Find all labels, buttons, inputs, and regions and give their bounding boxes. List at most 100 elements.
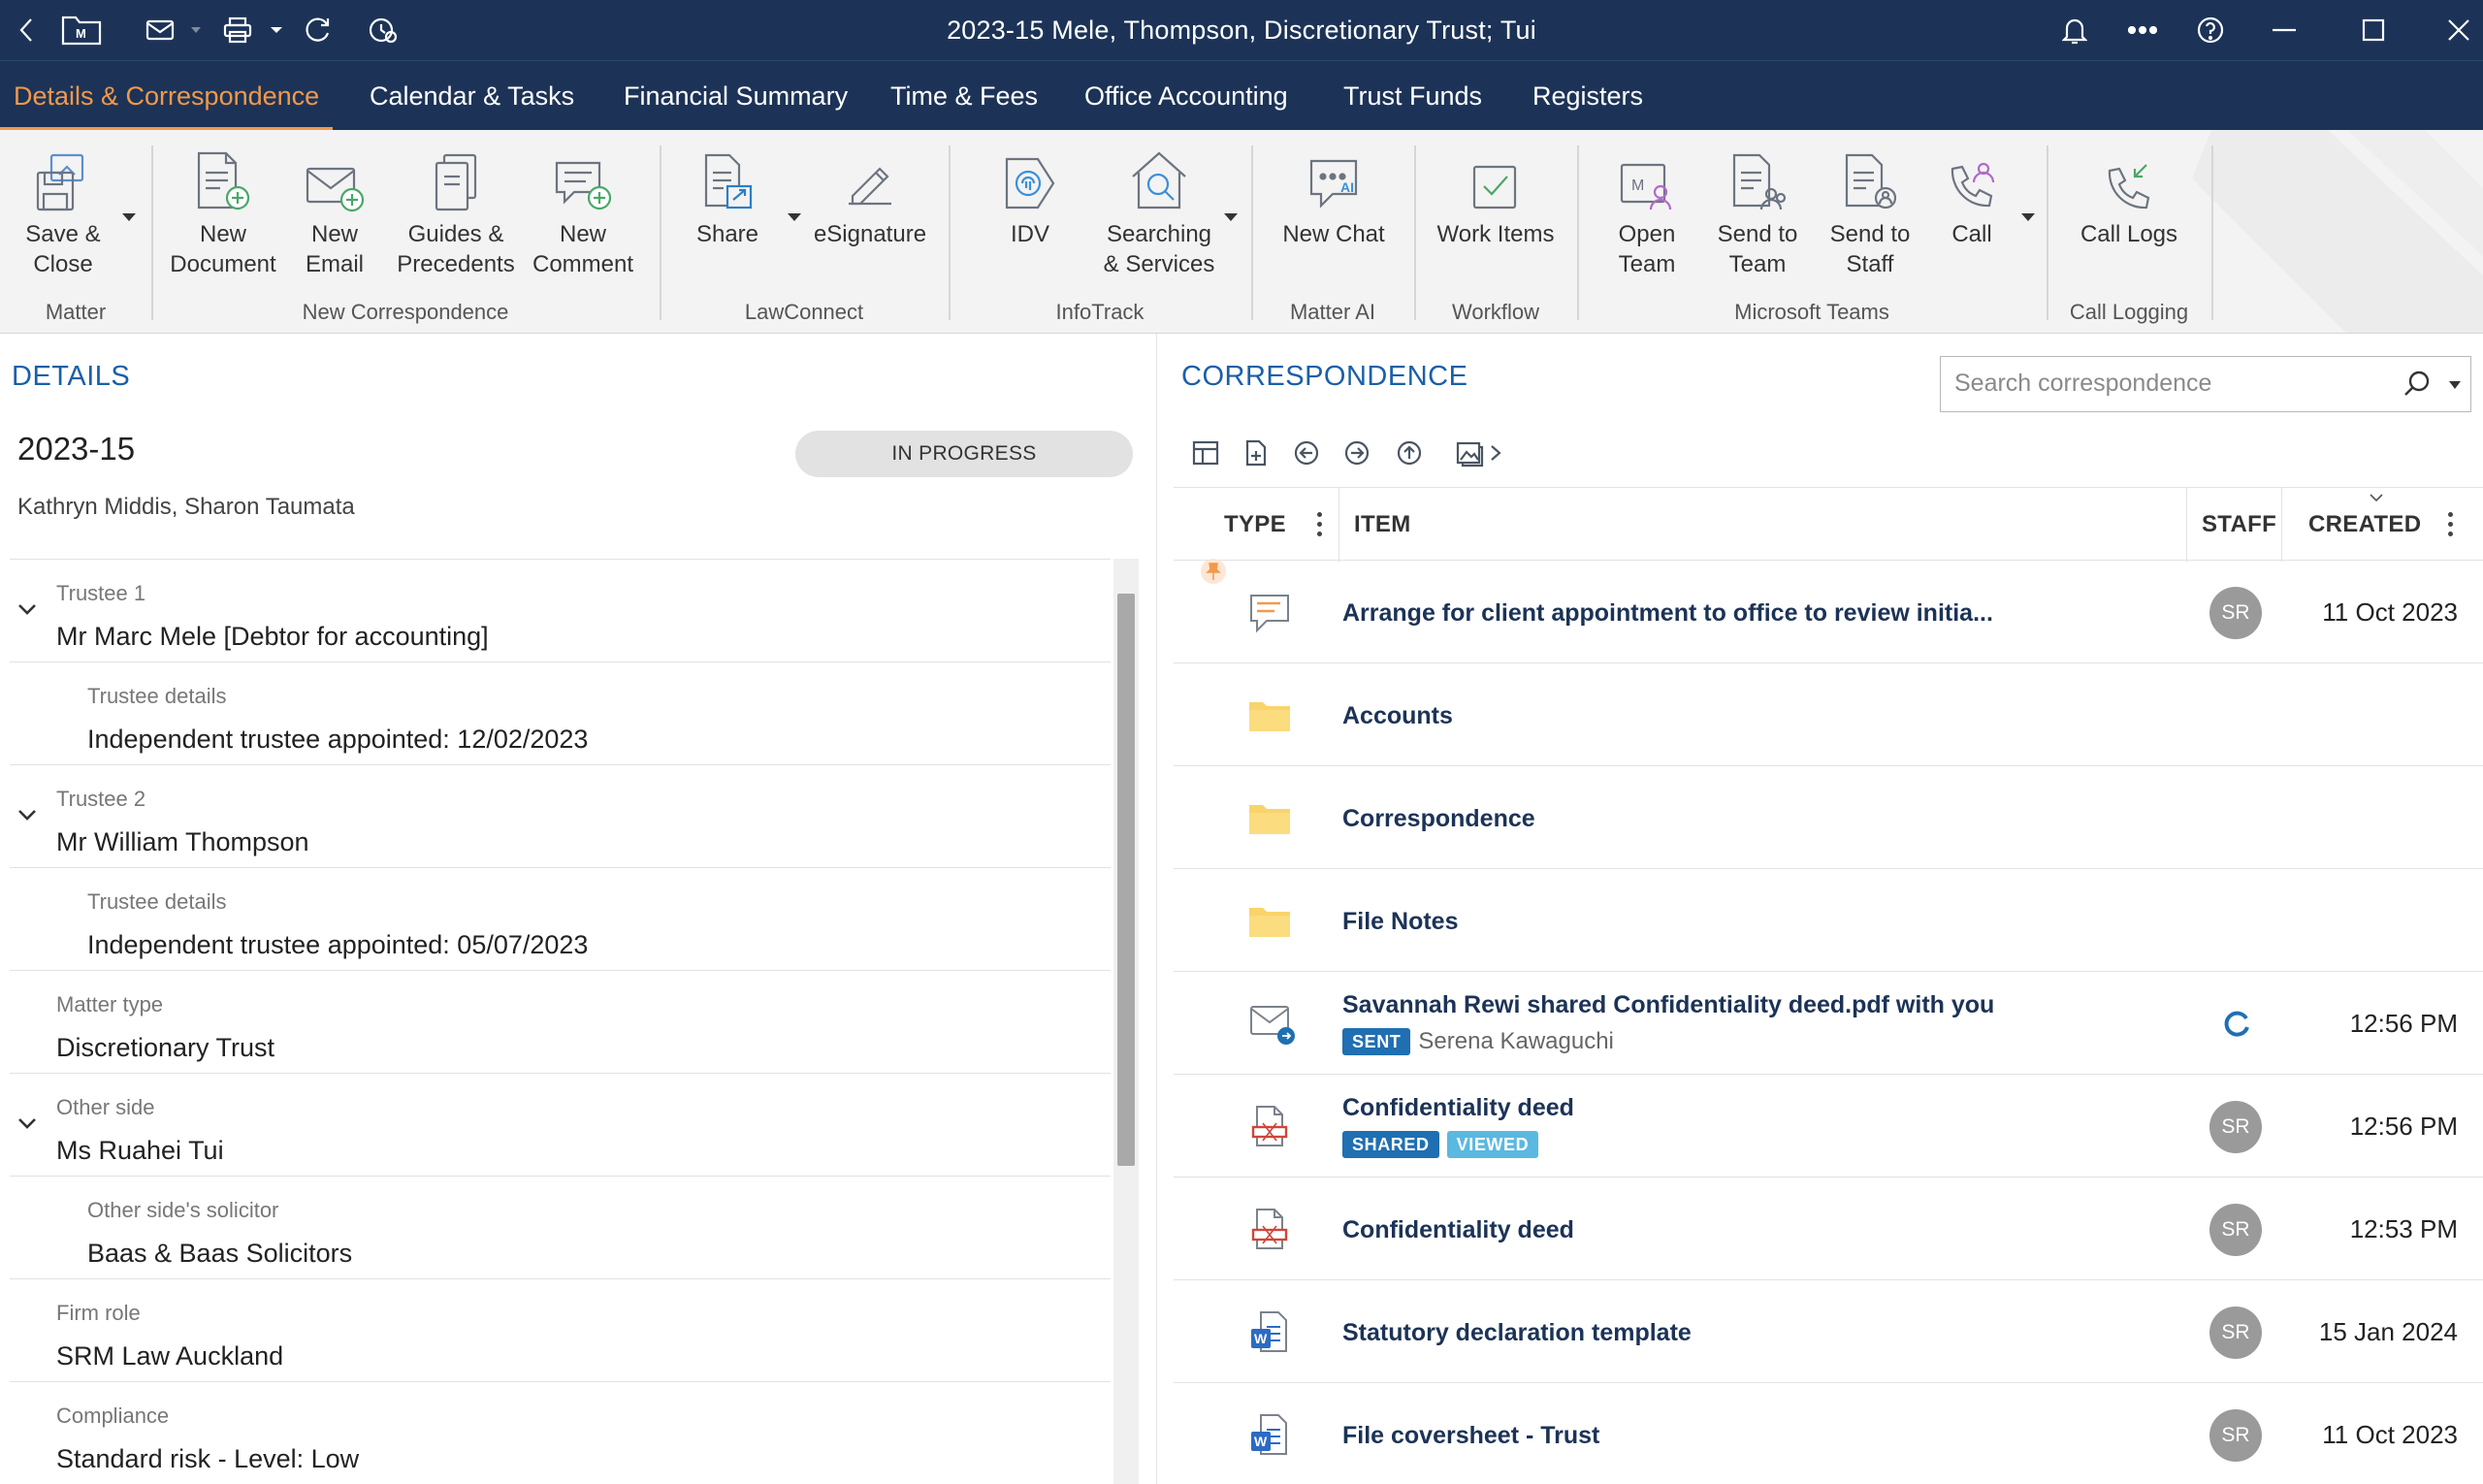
ribbon-separator: [1577, 145, 1579, 320]
guides-precedents-button[interactable]: Guides & Precedents: [393, 130, 519, 279]
email-icon[interactable]: [144, 0, 177, 60]
column-created-menu-icon[interactable]: [2448, 512, 2454, 541]
new-email-label: New Email: [305, 221, 364, 277]
send-to-team-button[interactable]: Send to Team: [1709, 130, 1806, 279]
open-team-button[interactable]: M Open Team: [1598, 130, 1695, 279]
search-icon[interactable]: [2402, 370, 2432, 403]
help-icon[interactable]: [2194, 0, 2227, 60]
folder-icon: [1247, 693, 1292, 742]
searching-dropdown-icon[interactable]: [1224, 213, 1238, 221]
chevron-down-icon[interactable]: [17, 808, 37, 825]
correspondence-row[interactable]: Arrange for client appointment to office…: [1174, 561, 2483, 663]
detail-row-trustee-2[interactable]: Trustee 2 Mr William Thompson: [10, 765, 1111, 868]
maximize-icon[interactable]: [2359, 0, 2388, 60]
column-header-type[interactable]: TYPE: [1224, 488, 1286, 562]
correspondence-row[interactable]: W Statutory declaration template SR 15 J…: [1174, 1280, 2483, 1383]
email-dropdown-icon[interactable]: [190, 0, 202, 60]
item-title: Confidentiality deed: [1342, 1216, 1574, 1243]
column-header-created[interactable]: CREATED: [2308, 488, 2421, 562]
new-email-button[interactable]: New Email: [286, 130, 383, 279]
item-title: Correspondence: [1342, 805, 1535, 832]
more-options-icon[interactable]: [2126, 0, 2159, 60]
call-dropdown-icon[interactable]: [2021, 213, 2035, 221]
open-team-label: Open Team: [1618, 221, 1676, 277]
print-dropdown-icon[interactable]: [270, 0, 283, 60]
tab-registers[interactable]: Registers: [1532, 61, 1643, 131]
item-subtitle: Serena Kawaguchi: [1418, 1028, 1614, 1054]
correspondence-row[interactable]: Confidentiality deed SR 12:53 PM: [1174, 1178, 2483, 1280]
refresh-icon[interactable]: [301, 0, 334, 60]
minimize-icon[interactable]: [2270, 0, 2299, 60]
new-comment-button[interactable]: New Comment: [529, 130, 637, 279]
ribbon-separator: [949, 145, 951, 320]
created-date: 12:56 PM: [2349, 1009, 2458, 1038]
work-items-button[interactable]: Work Items: [1428, 130, 1564, 249]
tab-details-correspondence[interactable]: Details & Correspondence: [0, 61, 334, 131]
avatar: SR: [2209, 1307, 2262, 1359]
chevron-right-icon[interactable]: [1488, 438, 1503, 472]
detail-row-other-side[interactable]: Other side Ms Ruahei Tui: [10, 1074, 1111, 1177]
close-icon[interactable]: [2444, 0, 2473, 60]
correspondence-row[interactable]: W File coversheet - Trust SR 11 Oct 2023: [1174, 1383, 2483, 1484]
correspondence-row[interactable]: Accounts: [1174, 663, 2483, 766]
searching-services-label: Searching & Services: [1103, 221, 1215, 277]
image-folder-icon[interactable]: [1455, 438, 1484, 472]
share-label: Share: [695, 221, 759, 247]
searching-services-button[interactable]: Searching & Services: [1096, 130, 1222, 279]
detail-value: Standard risk - Level: Low: [56, 1444, 360, 1473]
esignature-button[interactable]: eSignature: [807, 130, 933, 249]
new-chat-button[interactable]: AI New Chat: [1271, 130, 1397, 249]
tab-time-fees[interactable]: Time & Fees: [890, 61, 1038, 131]
history-icon[interactable]: [367, 0, 400, 60]
call-logs-label: Call Logs: [2080, 221, 2178, 247]
forward-circle-icon[interactable]: [1342, 438, 1371, 472]
layout-view-icon[interactable]: [1191, 438, 1220, 472]
correspondence-row[interactable]: Confidentiality deed SHARED VIEWED SR 12…: [1174, 1075, 2483, 1178]
panel-divider[interactable]: [1156, 334, 1157, 1484]
tab-office-accounting[interactable]: Office Accounting: [1084, 61, 1288, 131]
search-dropdown-icon[interactable]: [2449, 381, 2461, 389]
detail-row-matter-type: Matter type Discretionary Trust: [10, 971, 1111, 1074]
status-badge[interactable]: IN PROGRESS: [795, 431, 1133, 477]
detail-label: Trustee 2: [56, 787, 146, 811]
tab-trust-funds[interactable]: Trust Funds: [1343, 61, 1482, 131]
column-type-menu-icon[interactable]: [1317, 512, 1323, 541]
idv-button[interactable]: IDV: [982, 130, 1079, 249]
ribbon-separator: [1251, 145, 1253, 320]
share-dropdown-icon[interactable]: [788, 213, 801, 221]
new-item-icon[interactable]: [1242, 438, 1271, 472]
notification-bell-icon[interactable]: [2060, 0, 2089, 60]
chevron-down-icon[interactable]: [17, 602, 37, 620]
details-list: Trustee 1 Mr Marc Mele [Debtor for accou…: [10, 559, 1111, 1484]
column-header-staff[interactable]: STAFF: [2202, 488, 2276, 562]
correspondence-row[interactable]: Savannah Rewi shared Confidentiality dee…: [1174, 972, 2483, 1075]
search-input[interactable]: [1954, 357, 2381, 410]
back-icon[interactable]: [12, 0, 41, 60]
new-document-button[interactable]: New Document: [165, 130, 281, 279]
tab-financial-summary[interactable]: Financial Summary: [624, 61, 848, 131]
tab-calendar-tasks[interactable]: Calendar & Tasks: [370, 61, 574, 131]
send-to-staff-button[interactable]: Send to Staff: [1822, 130, 1919, 279]
detail-row-trustee-1[interactable]: Trustee 1 Mr Marc Mele [Debtor for accou…: [10, 560, 1111, 662]
print-icon[interactable]: [221, 0, 254, 60]
up-circle-icon[interactable]: [1395, 438, 1424, 472]
created-date: 12:53 PM: [2349, 1214, 2458, 1243]
save-close-button[interactable]: Save & Close: [19, 130, 107, 279]
column-header-item[interactable]: ITEM: [1354, 488, 1411, 562]
correspondence-row[interactable]: Correspondence: [1174, 766, 2483, 869]
esignature-icon: [807, 130, 933, 219]
save-close-dropdown-icon[interactable]: [122, 213, 136, 221]
call-logs-button[interactable]: Call Logs: [2066, 130, 2192, 249]
call-button[interactable]: Call: [1938, 130, 2006, 249]
back-circle-icon[interactable]: [1292, 438, 1321, 472]
chevron-down-icon[interactable]: [17, 1116, 37, 1134]
details-scrollbar-thumb[interactable]: [1117, 594, 1135, 1166]
correspondence-row[interactable]: File Notes: [1174, 869, 2483, 972]
group-label-infotrack: InfoTrack: [1055, 300, 1145, 324]
item-title: Confidentiality deed: [1342, 1094, 1574, 1121]
detail-value: Mr William Thompson: [56, 827, 309, 856]
share-button[interactable]: Share: [679, 130, 776, 249]
folder-icon: [1247, 795, 1292, 845]
matter-app-icon[interactable]: M: [58, 0, 105, 60]
property-search-icon: [1096, 130, 1222, 219]
